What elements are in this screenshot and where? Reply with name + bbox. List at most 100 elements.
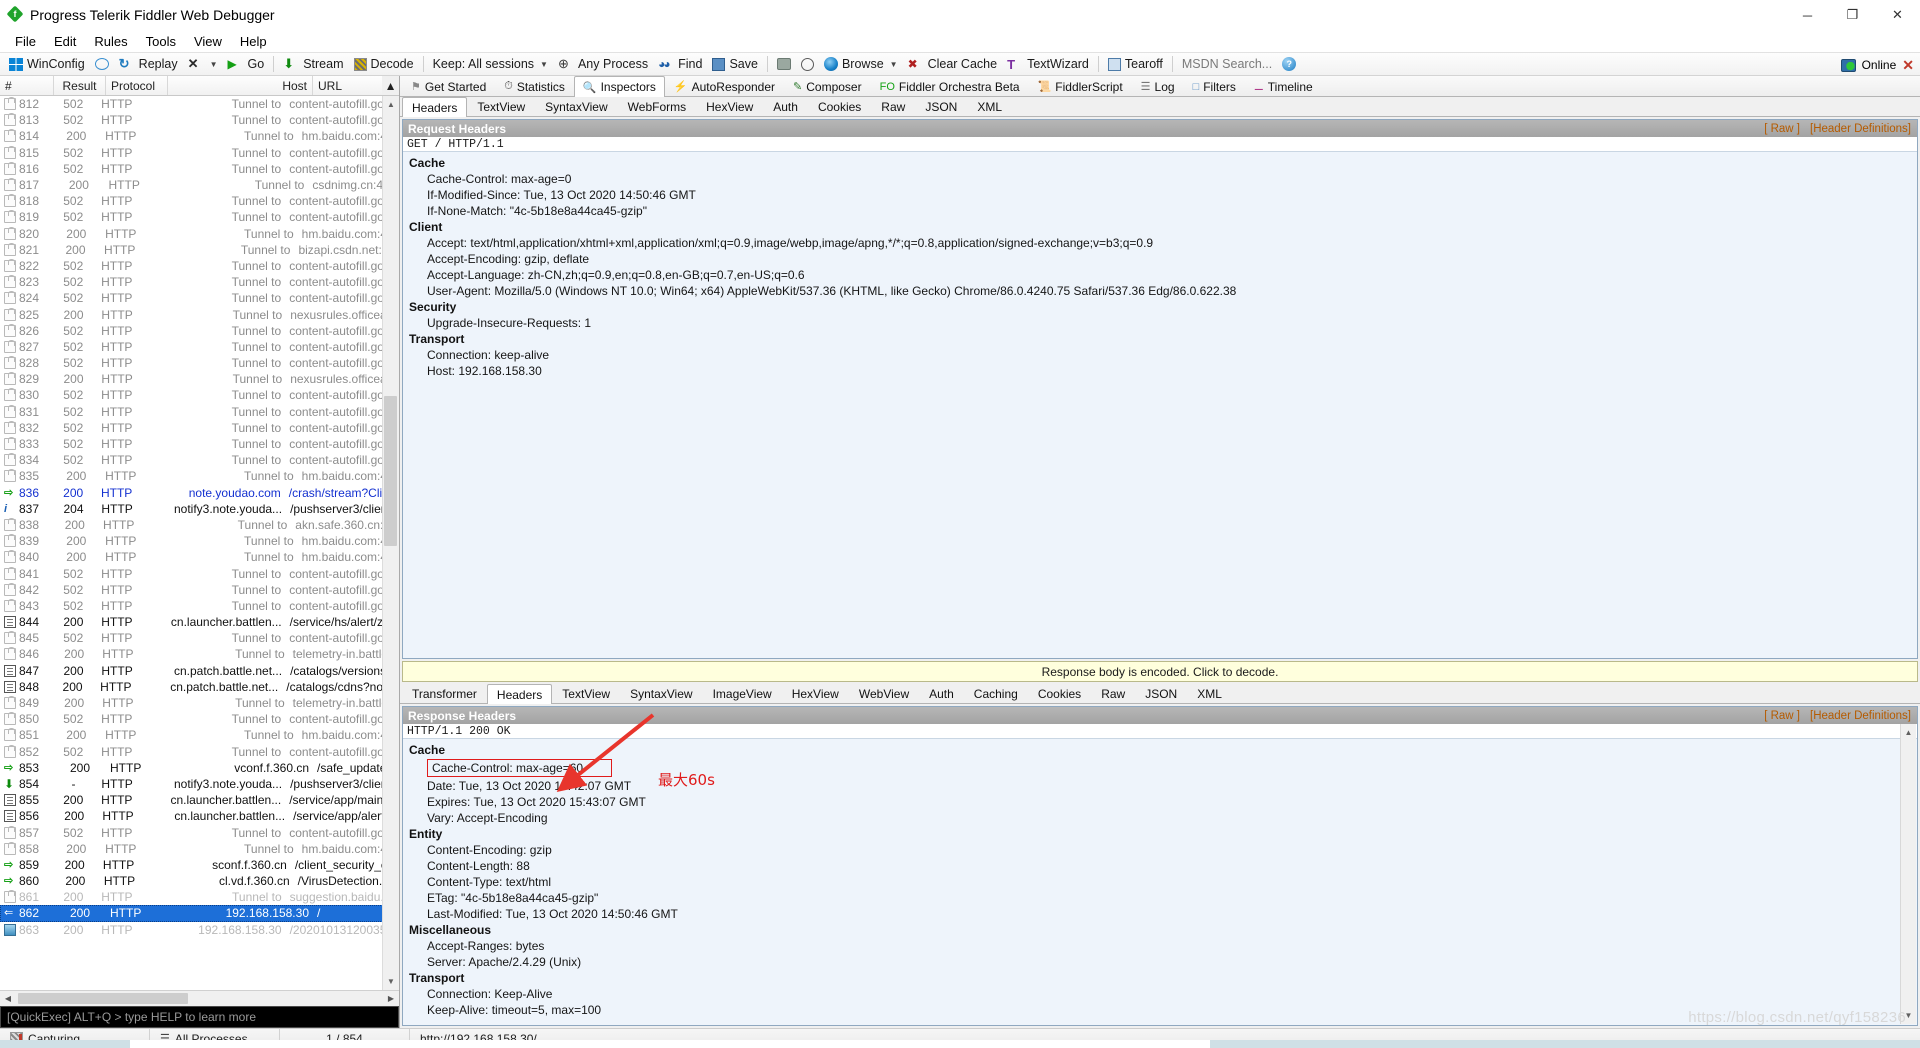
- session-row[interactable]: 845 502 HTTP Tunnel to content-autofill.goog…: [0, 630, 399, 646]
- session-row[interactable]: 844 200 HTTP cn.launcher.battlen.../service…: [0, 614, 399, 630]
- header-item[interactable]: Host: 192.168.158.30: [403, 363, 1917, 379]
- response-tab-caching[interactable]: Caching: [964, 684, 1028, 703]
- session-row[interactable]: 829 200 HTTP Tunnel to nexusrules.officeapps: [0, 371, 399, 387]
- header-item[interactable]: Date: Tue, 13 Oct 2020 15:42:07 GMT: [403, 778, 1917, 794]
- scroll-up-icon[interactable]: ▲: [382, 76, 399, 95]
- header-item[interactable]: Content-Type: text/html: [403, 874, 1917, 890]
- menu-tools[interactable]: Tools: [137, 32, 185, 51]
- session-row[interactable]: 863 200 HTTP 192.168.158.30/202010131200355…: [0, 922, 399, 938]
- session-row[interactable]: 831 502 HTTP Tunnel to content-autofill.goog…: [0, 404, 399, 420]
- header-item[interactable]: Accept-Ranges: bytes: [403, 938, 1917, 954]
- header-item[interactable]: Cache-Control: max-age=0: [403, 171, 1917, 187]
- session-row[interactable]: 849 200 HTTP Tunnel to telemetry-in.battle.n…: [0, 695, 399, 711]
- find-button[interactable]: ◕◕ Find: [653, 53, 707, 75]
- response-vertical-scrollbar[interactable]: ▲ ▼: [1900, 724, 1916, 1024]
- winconfig-button[interactable]: WinConfig: [4, 53, 90, 75]
- response-tab-headers[interactable]: Headers: [486, 684, 553, 704]
- scroll-up-button[interactable]: ▲: [383, 96, 399, 113]
- replay-button[interactable]: ↻ Replay: [114, 53, 183, 75]
- maximize-button[interactable]: ❐: [1830, 0, 1875, 30]
- header-item[interactable]: Keep-Alive: timeout=5, max=100: [403, 1002, 1917, 1018]
- header-item[interactable]: Cache-Control: max-age=60: [403, 758, 1917, 778]
- resp-scroll-up-button[interactable]: ▲: [1901, 724, 1916, 741]
- clear-cache-button[interactable]: ✖ Clear Cache: [903, 53, 1002, 75]
- session-row[interactable]: 843 502 HTTP Tunnel to content-autofill.goog…: [0, 598, 399, 614]
- scroll-right-button[interactable]: ▶: [383, 991, 399, 1006]
- session-row[interactable]: 825 200 HTTP Tunnel to nexusrules.officeapps: [0, 306, 399, 322]
- session-row[interactable]: ⇨ 853 200 HTTP vconf.f.360.cn/safe_update: [0, 760, 399, 776]
- header-item[interactable]: If-Modified-Since: Tue, 13 Oct 2020 14:5…: [403, 187, 1917, 203]
- minimize-button[interactable]: ─: [1785, 0, 1830, 30]
- session-row[interactable]: 861 200 HTTP Tunnel to suggestion.baidu.com: [0, 889, 399, 905]
- header-item[interactable]: Server: Apache/2.4.29 (Unix): [403, 954, 1917, 970]
- tab-fiddler-orchestra-beta[interactable]: FO Fiddler Orchestra Beta: [871, 76, 1029, 96]
- session-row[interactable]: 823 502 HTTP Tunnel to content-autofill.goog…: [0, 274, 399, 290]
- header-item[interactable]: Expires: Tue, 13 Oct 2020 15:43:07 GMT: [403, 794, 1917, 810]
- header-item[interactable]: Connection: Keep-Alive: [403, 986, 1917, 1002]
- screenshot-button[interactable]: [772, 53, 796, 75]
- response-headers-list[interactable]: Cache Cache-Control: max-age=60 Date: Tue,…: [403, 739, 1917, 1025]
- request-tab-raw[interactable]: Raw: [871, 97, 915, 116]
- menu-rules[interactable]: Rules: [85, 32, 136, 51]
- menu-help[interactable]: Help: [231, 32, 276, 51]
- session-row[interactable]: 815 502 HTTP Tunnel to content-autofill.goog…: [0, 145, 399, 161]
- response-raw-link[interactable]: [ Raw ]: [1764, 710, 1800, 722]
- scroll-down-button[interactable]: ▼: [383, 973, 399, 990]
- session-row[interactable]: 848 200 HTTP cn.patch.battle.net.../catalog…: [0, 679, 399, 695]
- tab-composer[interactable]: ✎ Composer: [784, 76, 871, 96]
- response-tab-webview[interactable]: WebView: [849, 684, 919, 703]
- sessions-vertical-scrollbar[interactable]: ▲ ▼: [382, 96, 399, 990]
- session-row[interactable]: 816 502 HTTP Tunnel to content-autofill.goog…: [0, 161, 399, 177]
- tearoff-button[interactable]: Tearoff: [1103, 53, 1168, 75]
- session-row[interactable]: 857 502 HTTP Tunnel to content-autofill.goog…: [0, 824, 399, 840]
- session-row[interactable]: 812 502 HTTP Tunnel to content-autofill.goog…: [0, 96, 399, 112]
- session-row[interactable]: ⇨ 860 200 HTTP cl.vd.f.360.cn/VirusDetection…: [0, 873, 399, 889]
- response-tab-hexview[interactable]: HexView: [782, 684, 849, 703]
- keep-sessions-dropdown[interactable]: Keep: All sessions ▼: [428, 53, 553, 75]
- column-header-num[interactable]: #: [0, 76, 54, 95]
- session-row[interactable]: ⇨ 859 200 HTTP sconf.f.360.cn/client_securit…: [0, 857, 399, 873]
- session-row[interactable]: 838 200 HTTP Tunnel to akn.safe.360.cn:443: [0, 517, 399, 533]
- help-button[interactable]: ?: [1277, 53, 1301, 75]
- save-button[interactable]: Save: [707, 53, 763, 75]
- session-row[interactable]: 839 200 HTTP Tunnel to hm.baidu.com:443: [0, 533, 399, 549]
- header-item[interactable]: Connection: keep-alive: [403, 347, 1917, 363]
- session-row[interactable]: 852 502 HTTP Tunnel to content-autofill.goog…: [0, 744, 399, 760]
- decode-notice-bar[interactable]: Response body is encoded. Click to decod…: [402, 661, 1918, 682]
- scroll-thumb[interactable]: [384, 396, 397, 546]
- request-tab-json[interactable]: JSON: [915, 97, 967, 116]
- session-row[interactable]: 821 200 HTTP Tunnel to bizapi.csdn.net:443: [0, 242, 399, 258]
- response-tab-transformer[interactable]: Transformer: [402, 684, 487, 703]
- session-row[interactable]: 846 200 HTTP Tunnel to telemetry-in.battle.n…: [0, 646, 399, 662]
- session-row[interactable]: 826 502 HTTP Tunnel to content-autofill.goog…: [0, 323, 399, 339]
- stream-button[interactable]: ⬇ Stream: [278, 53, 348, 75]
- session-row[interactable]: 834 502 HTTP Tunnel to content-autofill.goog…: [0, 452, 399, 468]
- request-raw-link[interactable]: [ Raw ]: [1764, 123, 1800, 135]
- hscroll-thumb[interactable]: [18, 993, 188, 1004]
- response-tab-xml[interactable]: XML: [1187, 684, 1232, 703]
- request-tab-headers[interactable]: Headers: [402, 97, 468, 117]
- header-item[interactable]: Accept-Language: zh-CN,zh;q=0.9,en;q=0.8…: [403, 267, 1917, 283]
- session-row[interactable]: ⇐ 862 200 HTTP 192.168.158.30/: [0, 905, 399, 922]
- session-row[interactable]: 832 502 HTTP Tunnel to content-autofill.goog…: [0, 420, 399, 436]
- column-header-protocol[interactable]: Protocol: [106, 76, 168, 95]
- menu-edit[interactable]: Edit: [45, 32, 85, 51]
- decode-button[interactable]: Decode: [349, 53, 419, 75]
- header-item[interactable]: Vary: Accept-Encoding: [403, 810, 1917, 826]
- session-row[interactable]: 835 200 HTTP Tunnel to hm.baidu.com:443: [0, 468, 399, 484]
- sessions-list[interactable]: 812 502 HTTP Tunnel to content-autofill.goog…: [0, 96, 399, 990]
- session-row[interactable]: 841 502 HTTP Tunnel to content-autofill.goog…: [0, 565, 399, 581]
- session-row[interactable]: ⇨ 836 200 HTTP note.youdao.com/crash/stream?…: [0, 485, 399, 501]
- response-tab-syntaxview[interactable]: SyntaxView: [620, 684, 702, 703]
- session-row[interactable]: 850 502 HTTP Tunnel to content-autofill.goog…: [0, 711, 399, 727]
- session-row[interactable]: i 837 204 HTTP notify3.note.youda.../pushser…: [0, 501, 399, 517]
- session-row[interactable]: 842 502 HTTP Tunnel to content-autofill.goog…: [0, 582, 399, 598]
- session-row[interactable]: 828 502 HTTP Tunnel to content-autofill.goog…: [0, 355, 399, 371]
- menu-file[interactable]: File: [6, 32, 45, 51]
- session-row[interactable]: 820 200 HTTP Tunnel to hm.baidu.com:443: [0, 226, 399, 242]
- hscroll-track[interactable]: [16, 991, 383, 1006]
- header-item[interactable]: Content-Encoding: gzip: [403, 842, 1917, 858]
- session-row[interactable]: 814 200 HTTP Tunnel to hm.baidu.com:443: [0, 128, 399, 144]
- response-tab-json[interactable]: JSON: [1135, 684, 1187, 703]
- any-process-button[interactable]: ⊕ Any Process: [553, 53, 653, 75]
